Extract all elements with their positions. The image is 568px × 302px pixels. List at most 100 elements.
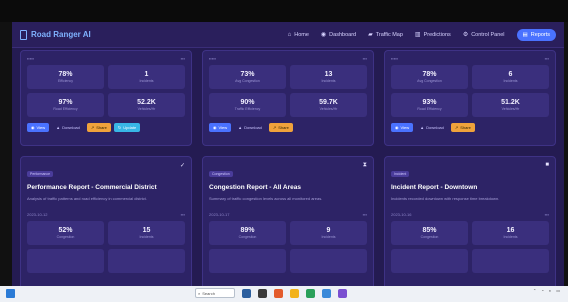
taskbar: ⌕ Search ⌃ ◔ ◖ ▭ [0,286,568,302]
navbar: Road Ranger AI ⌂ Home ◉ Dashboard ▰ Traffic… [12,22,564,48]
nav-links: ⌂ Home ◉ Dashboard ▰ Traffic Map ▥ Predictio… [288,28,556,41]
stat-box: 73% Avg Congestion [209,65,286,89]
system-tray: ⌃ ◔ ◖ ▭ [533,288,560,293]
car-icon: ▰ [368,32,373,38]
check-icon: ✓ [179,163,185,169]
nav-traffic-map[interactable]: ▰ Traffic Map [368,31,403,39]
stat-box: 59.7K Vehicles/Hr [290,93,367,117]
folder-icon[interactable] [290,288,299,298]
report-card: ▪▪▪▪▪ ▪▪▪ 73% Avg Congestion 13 Incidents 9… [202,50,374,146]
report-description: Incidents recorded downtown with respons… [391,196,500,201]
stat-box: 13 Incidents [290,65,367,89]
stat-box [27,249,104,273]
app-icon[interactable] [338,288,347,298]
eye-icon: ◉ [31,125,35,130]
eye-icon: ◉ [213,125,217,130]
wifi-icon[interactable]: ◔ [541,288,543,293]
clock-icon: ▪▪▪ [180,212,185,217]
calendar-icon: ▪▪▪▪▪ [209,56,217,61]
report-title: Congestion Report - All Areas [209,184,301,191]
view-button[interactable]: ◉ View [209,123,232,132]
dashboard-icon: ◉ [320,32,327,38]
eye-icon: ◉ [395,125,399,130]
download-icon: ▲ [56,125,61,130]
stat-box [209,249,286,273]
sliders-icon: ⚙ [462,32,469,38]
stat-box: 78% Avg Congestion [391,65,468,89]
card-meta: ▪▪▪▪▪ ▪▪▪ [27,56,185,61]
clock-icon: ▪▪▪ [362,56,367,61]
stat-box: 93% Road Efficiency [391,93,468,117]
stat-box: 6 Incidents [472,65,549,89]
taskbar-center: ⌕ Search [195,288,347,298]
stat-box: 15 Incidents [108,221,185,245]
stat-box: 89% Congestion [209,221,286,245]
report-description: Summary of traffic congestion levels acr… [209,196,323,201]
taskview-icon[interactable] [242,288,251,298]
stat-box: 16 Incidents [472,221,549,245]
report-title: Incident Report - Downtown [391,184,478,191]
stat-box: 9 Incidents [290,221,367,245]
road-logo-icon [20,29,27,40]
nav-predictions[interactable]: ▥ Predictions [415,31,451,39]
report-title: Performance Report - Commercial District [27,184,157,191]
taskbar-search[interactable]: ⌕ Search [195,288,235,298]
view-button[interactable]: ◉ View [27,123,50,132]
report-date: 2023-10-12 [27,212,48,217]
download-button[interactable]: ▲ Download [416,123,448,132]
update-button[interactable]: ↻ Update [113,123,141,132]
report-card: ■ Incident Incident Report - Downtown In… [384,156,556,286]
app-icon[interactable] [258,288,267,298]
clock-icon: ▪▪▪ [544,212,549,217]
stat-box [472,249,549,273]
nav-dashboard[interactable]: ◉ Dashboard [320,31,356,39]
clock-icon[interactable]: ▭ [556,288,560,293]
report-type-tag: Performance [27,171,54,177]
download-button[interactable]: ▲ Download [52,123,84,132]
download-icon: ▲ [238,125,243,130]
card-meta: 2023-10-12 ▪▪▪ [27,212,185,217]
clock-icon: ▪▪▪ [544,56,549,61]
stat-box [290,249,367,273]
nav-home[interactable]: ⌂ Home [288,32,309,38]
reports-button[interactable]: ▤ Reports [516,28,556,41]
card-meta: 2023-10-17 ▪▪▪ [209,212,367,217]
calendar-icon: ▪▪▪▪▪ [391,56,399,61]
app-icon[interactable] [322,288,331,298]
share-button[interactable]: ↗ Share [86,123,111,132]
start-icon[interactable] [6,289,15,298]
nav-control-panel[interactable]: ⚙ Control Panel [462,31,505,39]
volume-icon[interactable]: ◖ [549,288,551,293]
report-description: Analysis of traffic patterns and road ef… [27,196,147,201]
report-card: ▪▪▪▪▪ ▪▪▪ 78% Efficiency 1 Incidents 97% Roa… [20,50,192,146]
search-icon: ⌕ [198,290,201,296]
stat-box: 90% Traffic Efficiency [209,93,286,117]
share-icon: ↗ [90,125,95,130]
stat-box: 85% Congestion [391,221,468,245]
download-icon: ▲ [420,125,425,130]
chevron-up-icon[interactable]: ⌃ [533,288,536,293]
report-card: ⧗ Congestion Congestion Report - All Are… [202,156,374,286]
report-date: 2023-10-16 [391,212,412,217]
brand[interactable]: Road Ranger AI [20,29,91,40]
stat-box: 1 Incidents [108,65,185,89]
report-type-tag: Congestion [209,171,233,177]
refresh-icon: ↻ [117,125,122,130]
reports-grid: ▪▪▪▪▪ ▪▪▪ 78% Efficiency 1 Incidents 97% Roa… [20,50,556,286]
clock-icon: ▪▪▪ [180,56,185,61]
browser-icon[interactable] [306,288,315,298]
view-button[interactable]: ◉ View [391,123,414,132]
download-button[interactable]: ▲ Download [234,123,266,132]
stat-box: 52.2K Vehicles/Hr [108,93,185,117]
home-icon: ⌂ [287,31,292,38]
stat-box [108,249,185,273]
share-button[interactable]: ↗ Share [450,123,475,132]
report-date: 2023-10-17 [209,212,230,217]
share-button[interactable]: ↗ Share [268,123,293,132]
app-window: Road Ranger AI ⌂ Home ◉ Dashboard ▰ Traffic… [12,22,564,286]
calendar-icon: ▪▪▪▪▪ [27,56,35,61]
share-icon: ↗ [272,125,277,130]
app-icon[interactable] [274,288,283,298]
report-type-tag: Incident [391,171,410,177]
card-meta: 2023-10-16 ▪▪▪ [391,212,549,217]
